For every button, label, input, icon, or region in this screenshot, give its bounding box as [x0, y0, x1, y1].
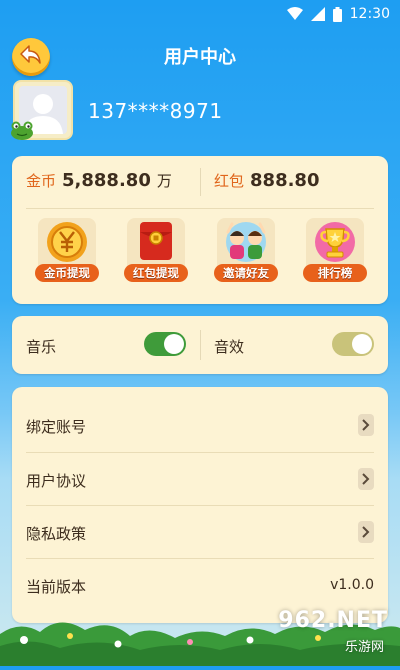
- signal-icon: [310, 7, 325, 21]
- menu-label: 隐私政策: [26, 525, 87, 543]
- audio-settings-card: 音乐 音效: [12, 316, 388, 374]
- chevron-right-icon: [358, 468, 374, 490]
- watermark-sub: 乐游网: [344, 640, 384, 655]
- redpacket-balance: 红包 888.80: [214, 170, 319, 191]
- leaderboard-button[interactable]: 排行榜: [301, 218, 369, 286]
- divider: [26, 208, 374, 209]
- coin-yuan-icon: [45, 220, 89, 268]
- menu-item-bind-account[interactable]: 绑定账号: [12, 399, 388, 452]
- wallet-card: 金币 5,888.80 万 红包 888.80 金币提现 红包提现 邀请好友 排…: [12, 156, 388, 304]
- toggle-knob: [164, 334, 184, 354]
- action-label: 邀请好友: [214, 264, 278, 282]
- divider: [200, 168, 201, 196]
- coin-unit: 万: [156, 172, 172, 190]
- toggle-knob: [352, 334, 372, 354]
- music-toggle[interactable]: [144, 332, 186, 356]
- menu-item-privacy-policy[interactable]: 隐私政策: [12, 506, 388, 559]
- coin-value: 5,888.80: [62, 170, 151, 191]
- frog-badge-icon: [10, 120, 34, 140]
- user-phone: 137****8971: [88, 99, 223, 123]
- coin-withdraw-button[interactable]: 金币提现: [33, 218, 101, 286]
- redpacket-withdraw-button[interactable]: 红包提现: [122, 218, 190, 286]
- trophy-icon: [313, 220, 357, 268]
- menu-label: 绑定账号: [26, 418, 87, 436]
- status-bar: 12:30: [0, 0, 400, 30]
- battery-icon: [332, 6, 342, 22]
- action-label: 排行榜: [303, 264, 367, 282]
- music-label: 音乐: [26, 338, 57, 356]
- action-label: 金币提现: [35, 264, 99, 282]
- chevron-right-icon: [358, 414, 374, 436]
- version-value: v1.0.0: [330, 577, 374, 593]
- menu-label: 当前版本: [26, 578, 87, 596]
- music-setting: 音乐: [12, 316, 200, 374]
- sfx-toggle[interactable]: [332, 332, 374, 356]
- redpacket-value: 888.80: [250, 170, 320, 191]
- page-title: 用户中心: [164, 47, 236, 68]
- sfx-setting: 音效: [200, 316, 388, 374]
- menu-item-version: 当前版本 v1.0.0: [12, 559, 388, 612]
- invite-friends-button[interactable]: 邀请好友: [212, 218, 280, 286]
- friends-icon: [222, 220, 270, 268]
- action-label: 红包提现: [124, 264, 188, 282]
- menu-card: 绑定账号 用户协议 隐私政策 当前版本 v1.0.0: [12, 387, 388, 623]
- sfx-label: 音效: [214, 338, 245, 356]
- status-time: 12:30: [349, 6, 390, 22]
- redpacket-label: 红包: [214, 172, 245, 190]
- coin-label: 金币: [26, 172, 57, 190]
- balances: 金币 5,888.80 万 红包 888.80: [12, 156, 388, 208]
- action-grid: 金币提现 红包提现 邀请好友 排行榜: [12, 218, 388, 286]
- site-watermark: 962.NET 乐游网: [278, 606, 392, 658]
- menu-item-user-agreement[interactable]: 用户协议: [12, 453, 388, 506]
- watermark-brand: 962.NET: [278, 608, 388, 633]
- coin-balance: 金币 5,888.80 万: [26, 170, 172, 191]
- chevron-right-icon: [358, 521, 374, 543]
- wifi-icon: [286, 7, 303, 21]
- red-envelope-icon: [136, 220, 176, 266]
- menu-label: 用户协议: [26, 472, 87, 490]
